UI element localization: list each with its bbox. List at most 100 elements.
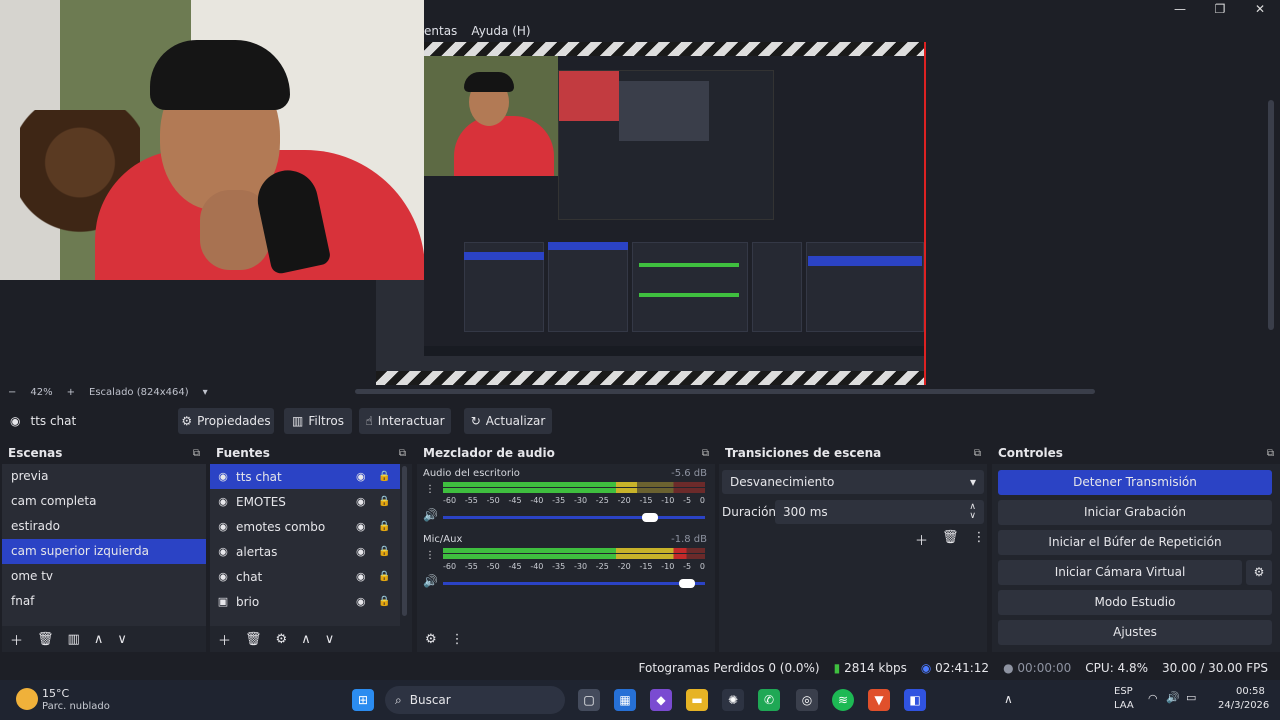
refresh-button[interactable]: ↻ Actualizar [464,408,552,434]
properties-button[interactable]: ⚙ Propiedades [178,408,274,434]
volume-knob[interactable] [641,513,658,522]
windows-start-icon[interactable]: ⊞ [352,689,374,711]
gear-icon[interactable]: ⚙ [276,632,288,647]
kebab-icon[interactable]: ⋮ [425,484,435,495]
eye-icon[interactable]: ◉ [356,470,366,483]
speaker-icon[interactable]: 🔊 [423,508,438,522]
undock-icon[interactable]: ⧉ [702,448,709,459]
scene-item-selected[interactable]: cam superior izquierda [2,539,206,564]
scene-item[interactable]: cam completa [2,489,206,514]
taskbar-search[interactable]: ⌕ Buscar [385,686,565,714]
scene-item[interactable]: ome tv [2,564,206,589]
zoom-in-button[interactable]: + [67,387,75,398]
source-item[interactable]: ◉ alertas ◉ 🔒 [210,539,400,564]
studio-mode-button[interactable]: Modo Estudio [998,590,1272,615]
trash-icon[interactable]: 🗑 [37,632,54,647]
interact-button[interactable]: ☝ Interactuar [359,408,451,434]
lock-icon[interactable]: 🔒 [378,521,390,532]
preview-vscrollbar[interactable] [1268,100,1274,330]
scene-item[interactable]: fnaf [2,589,206,614]
scene-item[interactable]: previa [2,464,206,489]
kebab-icon[interactable]: ⋮ [973,530,986,549]
task-view-icon[interactable]: ▢ [578,689,600,711]
source-item[interactable]: ◉ EMOTES ◉ 🔒 [210,489,400,514]
add-icon[interactable]: ＋ [915,530,928,549]
whatsapp-icon[interactable]: ✆ [758,689,780,711]
source-item[interactable]: ◉ chat ◉ 🔒 [210,564,400,589]
eye-icon[interactable]: ◉ [356,545,366,558]
source-item[interactable]: ▣ brio ◉ 🔒 [210,589,400,614]
volume-slider[interactable] [443,579,705,588]
add-icon[interactable]: ＋ [218,630,231,649]
lang-2[interactable]: LAA [1114,700,1134,711]
trash-icon[interactable]: 🗑 [245,632,262,647]
speaker-icon[interactable]: 🔊 [423,574,438,588]
eye-icon[interactable]: ◉ [356,595,366,608]
minimize-button[interactable]: — [1160,0,1200,20]
chevron-up-icon[interactable]: ∧ [301,632,311,647]
clock-time[interactable]: 00:58 [1236,686,1265,697]
spotify-icon[interactable]: ≋ [832,689,854,711]
trash-icon[interactable]: 🗑 [942,530,959,549]
start-replay-buffer-button[interactable]: Iniciar el Búfer de Repetición [998,530,1272,555]
scene-item[interactable]: estirado [2,514,206,539]
transition-select[interactable]: Desvanecimiento ▾ [722,470,984,494]
kebab-icon[interactable]: ⋮ [425,550,435,561]
lang-1[interactable]: ESP [1114,686,1133,697]
zoom-out-button[interactable]: − [8,387,16,398]
weather-temp[interactable]: 15°C [42,687,69,700]
filters-button[interactable]: ▥ Filtros [284,408,352,434]
obs-icon[interactable]: ◎ [796,689,818,711]
copilot-icon[interactable]: ◆ [650,689,672,711]
start-recording-button[interactable]: Iniciar Grabación [998,500,1272,525]
undock-icon[interactable]: ⧉ [193,448,200,459]
brave-icon[interactable]: ▼ [868,689,890,711]
add-icon[interactable]: ＋ [10,630,23,649]
lock-icon[interactable]: 🔒 [378,496,390,507]
eye-icon[interactable]: ◉ [356,570,366,583]
chevron-up-icon[interactable]: ∧ [94,632,104,647]
filter-icon[interactable]: ▥ [68,632,80,647]
gear-icon[interactable]: ⚙ [1246,560,1272,585]
duration-spinbox[interactable]: 300 ms ∧ ∨ [775,500,984,524]
volume-icon[interactable]: 🔊 [1166,691,1180,704]
folder-icon[interactable]: ▬ [686,689,708,711]
chevron-up-icon[interactable]: ∧ [1004,692,1013,706]
clock-date[interactable]: 24/3/2026 [1218,700,1269,711]
menu-item-tools[interactable]: entas [424,24,457,38]
weather-desc[interactable]: Parc. nublado [42,701,110,712]
source-item[interactable]: ◉ emotes combo ◉ 🔒 [210,514,400,539]
lock-icon[interactable]: 🔒 [378,471,390,482]
volume-slider[interactable] [443,513,705,522]
store-icon[interactable]: ▦ [614,689,636,711]
battery-icon[interactable]: ▭ [1186,691,1196,704]
eye-icon[interactable]: ◉ [356,495,366,508]
undock-icon[interactable]: ⧉ [1267,448,1274,459]
roblox-icon[interactable]: ◧ [904,689,926,711]
kebab-icon[interactable]: ⋮ [451,632,464,647]
menu-item-help[interactable]: Ayuda (H) [471,24,530,38]
close-button[interactable]: ✕ [1240,0,1280,20]
lock-icon[interactable]: 🔒 [378,571,390,582]
settings-button[interactable]: Ajustes [998,620,1272,645]
stop-streaming-button[interactable]: Detener Transmisión [998,470,1272,495]
preview-hscrollbar[interactable] [355,389,1095,394]
chevron-down-icon[interactable]: ∨ [325,632,335,647]
wifi-icon[interactable]: ◠ [1148,692,1158,705]
undock-icon[interactable]: ⧉ [399,448,406,459]
sources-scrollbar[interactable] [402,466,407,616]
maximize-button[interactable]: ❐ [1200,0,1240,20]
volume-knob[interactable] [678,579,695,588]
weather-icon[interactable] [16,688,38,710]
advanced-audio-icon[interactable]: ⚙ [425,632,437,647]
lock-icon[interactable]: 🔒 [378,546,390,557]
lock-icon[interactable]: 🔒 [378,596,390,607]
spin-arrows-icon[interactable]: ∧ ∨ [969,503,976,521]
chevron-down-icon[interactable]: ∨ [117,632,127,647]
scale-dropdown-icon[interactable]: ▾ [203,387,208,398]
chatgpt-icon[interactable]: ✺ [722,689,744,711]
undock-icon[interactable]: ⧉ [974,448,981,459]
source-item-selected[interactable]: ◉ tts chat ◉ 🔒 [210,464,400,489]
start-virtual-camera-button[interactable]: Iniciar Cámara Virtual [998,560,1242,585]
eye-icon[interactable]: ◉ [356,520,366,533]
